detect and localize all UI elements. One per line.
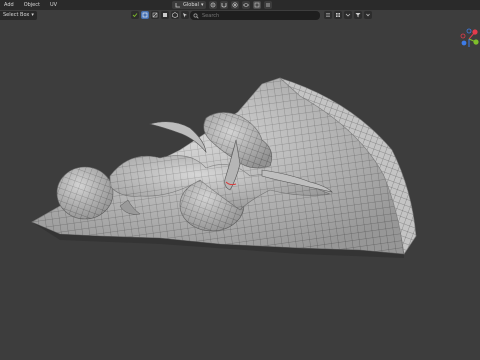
transform-orientation-label: Global bbox=[183, 2, 199, 8]
snap-icon[interactable] bbox=[220, 1, 229, 9]
viewport[interactable] bbox=[0, 0, 480, 360]
filter-icon[interactable] bbox=[354, 11, 362, 19]
options-icon[interactable] bbox=[264, 1, 273, 9]
overlay-icon[interactable] bbox=[242, 1, 251, 9]
header-menu: Add Object UV bbox=[4, 1, 57, 9]
sort-icon[interactable] bbox=[344, 11, 352, 19]
visibility-toggles bbox=[131, 11, 199, 19]
grid-icon[interactable] bbox=[334, 11, 342, 19]
chevron-down-icon: ▾ bbox=[31, 12, 34, 18]
vertex-select-icon[interactable] bbox=[141, 11, 149, 19]
viewport-toolbar: Select Box ▾ bbox=[0, 10, 480, 21]
face-select-icon[interactable] bbox=[161, 11, 169, 19]
chevron-down-icon[interactable] bbox=[364, 11, 372, 19]
menu-add[interactable]: Add bbox=[4, 1, 14, 9]
edge-select-icon[interactable] bbox=[151, 11, 159, 19]
proportional-icon[interactable] bbox=[231, 1, 240, 9]
search-input[interactable] bbox=[202, 12, 312, 19]
navigation-gizmo[interactable] bbox=[458, 27, 480, 51]
chevron-down-icon: ▾ bbox=[200, 2, 204, 8]
pivot-icon[interactable] bbox=[209, 1, 218, 9]
outliner-filter-group bbox=[324, 11, 372, 19]
mesh-icon[interactable] bbox=[171, 11, 179, 19]
menu-uv[interactable]: UV bbox=[50, 1, 57, 9]
viewport-header: Add Object UV Global ▾ bbox=[0, 0, 480, 10]
select-mode-dropdown[interactable]: Select Box ▾ bbox=[0, 11, 37, 20]
transform-orientation-dropdown[interactable]: Global ▾ bbox=[172, 1, 207, 9]
header-tools: Global ▾ bbox=[172, 1, 273, 9]
menu-object[interactable]: Object bbox=[24, 1, 40, 9]
select-mode-label: Select Box bbox=[3, 12, 30, 18]
restrict-select-icon[interactable] bbox=[181, 11, 189, 19]
search-icon bbox=[193, 13, 199, 19]
search-box bbox=[190, 11, 320, 20]
orientation-icon bbox=[175, 3, 180, 8]
list-icon[interactable] bbox=[324, 11, 332, 19]
check-icon[interactable] bbox=[131, 11, 139, 19]
xray-icon[interactable] bbox=[253, 1, 262, 9]
